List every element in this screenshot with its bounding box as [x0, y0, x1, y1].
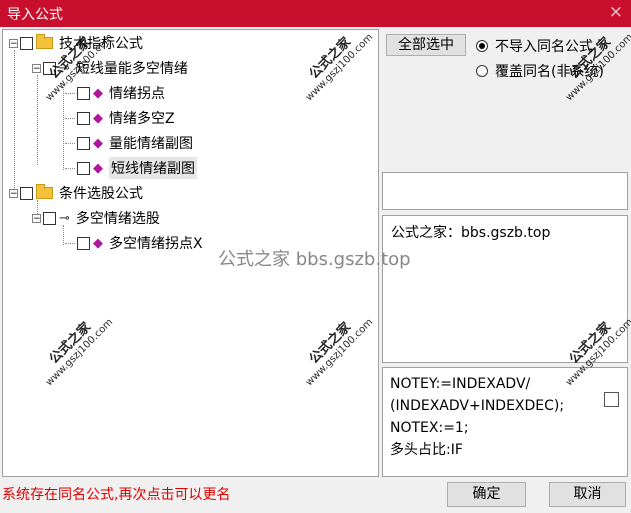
tree-node-label: 多空情绪选股 — [75, 211, 160, 227]
title-bar: 导入公式 × — [0, 0, 631, 27]
collapse-icon[interactable]: − — [32, 213, 41, 223]
window-title: 导入公式 — [7, 7, 63, 23]
collapse-icon[interactable]: − — [9, 188, 18, 198]
checkbox[interactable] — [20, 36, 33, 50]
tree-item[interactable]: ◆ 量能情绪副图 — [63, 132, 193, 154]
checkbox[interactable] — [77, 236, 90, 250]
close-icon[interactable]: × — [609, 2, 623, 22]
watermark-text: 公式之家 bbs.gszb.top — [218, 249, 411, 270]
tree-item[interactable]: ◆ 情绪拐点 — [63, 82, 165, 104]
checkbox[interactable] — [77, 86, 90, 100]
collapse-icon[interactable]: − — [32, 63, 41, 73]
formula-icon: ◆ — [93, 85, 103, 101]
code-line: (INDEXADV+INDEXDEC); — [390, 398, 565, 414]
tree-item-label: 情绪多空Z — [109, 111, 175, 127]
key-icon: ⊸ — [59, 210, 70, 226]
checkbox[interactable] — [77, 111, 90, 125]
code-line: NOTEX:=1; — [390, 420, 469, 436]
tree-item-label: 量能情绪副图 — [109, 136, 193, 152]
checkbox[interactable] — [604, 392, 619, 407]
checkbox[interactable] — [43, 211, 56, 225]
cancel-button[interactable]: 取消 — [549, 482, 626, 507]
name-field[interactable] — [382, 172, 628, 210]
skip-same-name-radio[interactable]: 不导入同名公式 — [476, 36, 593, 56]
formula-icon: ◆ — [93, 160, 103, 176]
checkbox[interactable] — [20, 186, 33, 200]
ok-button[interactable]: 确定 — [447, 482, 526, 507]
radio-selected-icon[interactable] — [476, 40, 488, 52]
code-line: 多头占比:IF — [390, 442, 463, 458]
formula-icon: ◆ — [93, 135, 103, 151]
tree-item[interactable]: ◆ 多空情绪拐点X — [63, 232, 203, 254]
tree-node-sentiment-screening[interactable]: − ⊸ 多空情绪选股 — [32, 207, 160, 229]
tree-item-label: 情绪拐点 — [109, 86, 165, 102]
tree-node-screening-formulas[interactable]: − 条件选股公式 — [9, 182, 143, 204]
tree-item[interactable]: ◆ 情绪多空Z — [63, 107, 175, 129]
formula-icon: ◆ — [93, 110, 103, 126]
formula-icon: ◆ — [93, 235, 103, 251]
select-all-button[interactable]: 全部选中 — [386, 34, 466, 56]
description-text: 公式之家：bbs.gszb.top — [391, 225, 551, 241]
tree-node-label: 条件选股公式 — [59, 186, 143, 202]
tree-item-label: 多空情绪拐点X — [109, 236, 203, 252]
folder-icon — [36, 34, 53, 49]
code-line: NOTEY:=INDEXADV/ — [390, 376, 531, 392]
folder-icon — [36, 184, 53, 199]
collapse-icon[interactable]: − — [9, 38, 18, 48]
tree-item-selected[interactable]: ◆ 短线情绪副图 — [63, 157, 197, 179]
status-message: 系统存在同名公式,再次点击可以更名 — [2, 487, 231, 503]
checkbox[interactable] — [77, 161, 90, 175]
formula-code-preview[interactable]: NOTEY:=INDEXADV/ (INDEXADV+INDEXDEC); NO… — [382, 367, 628, 477]
radio-icon[interactable] — [476, 65, 488, 77]
tree-item-label: 短线情绪副图 — [109, 157, 197, 179]
checkbox[interactable] — [77, 136, 90, 150]
radio-label: 不导入同名公式 — [495, 39, 593, 55]
